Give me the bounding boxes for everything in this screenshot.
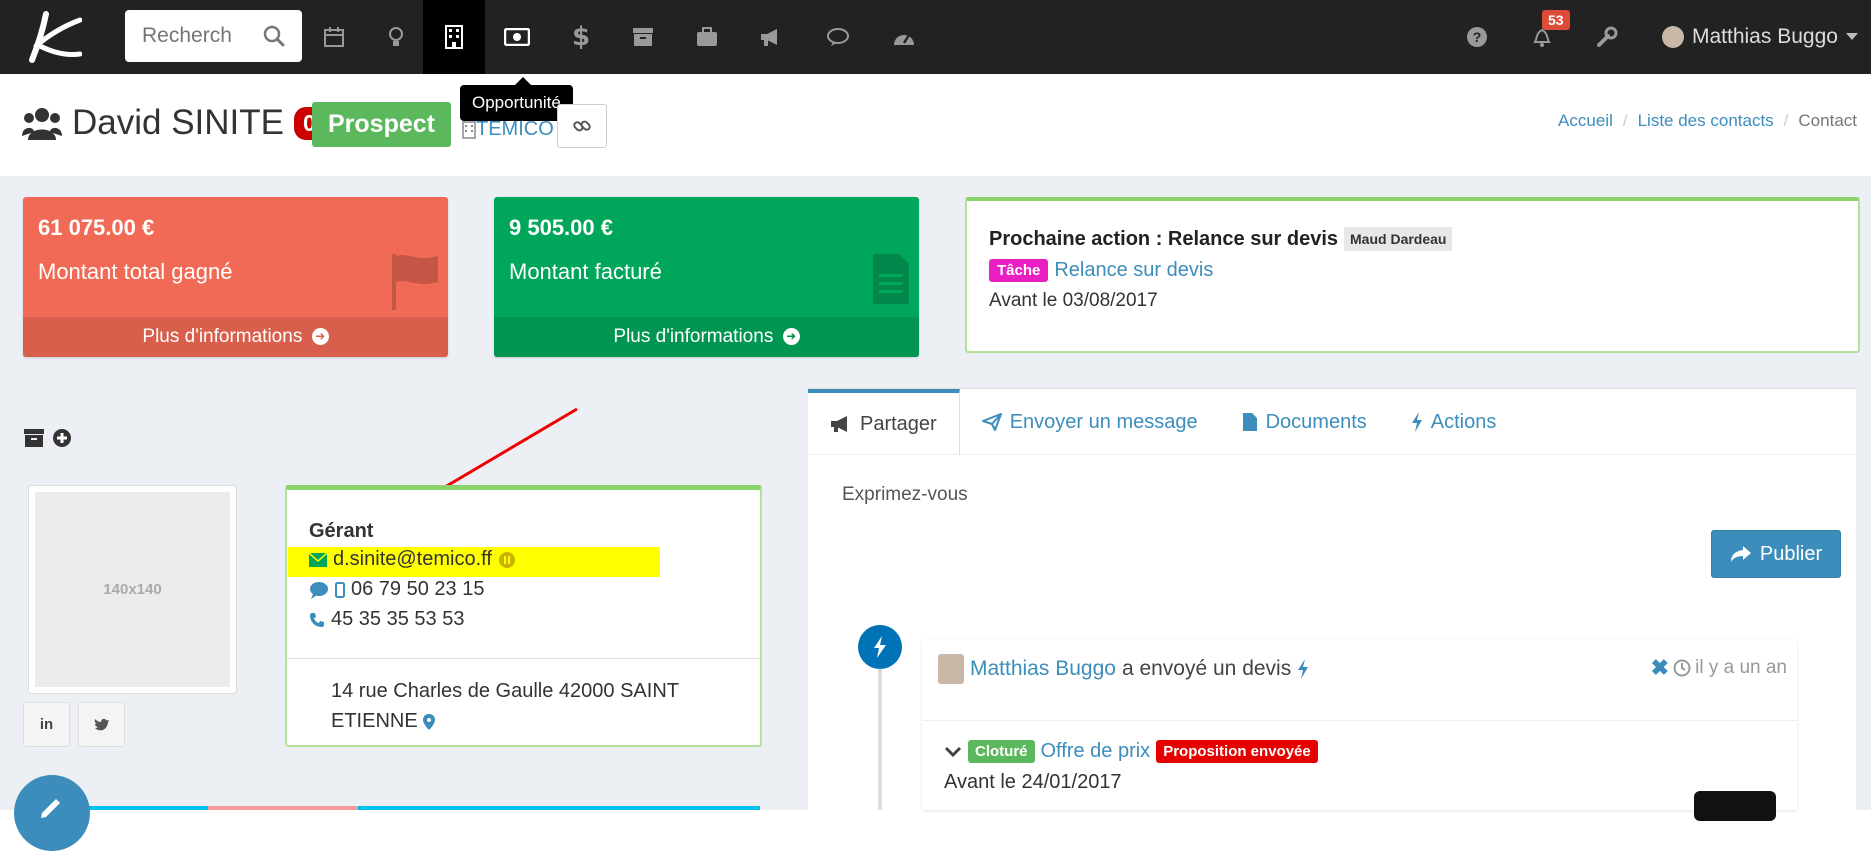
address-text: 14 rue Charles de Gaulle 42000 SAINT ETI…	[331, 680, 679, 732]
offer-link[interactable]: Offre de prix	[1041, 740, 1151, 763]
clock-icon	[1673, 659, 1691, 677]
tab-actions-label: Actions	[1430, 410, 1497, 433]
chevron-down-icon[interactable]	[944, 746, 962, 758]
proposal-status-tag: Proposition envoyée	[1156, 740, 1318, 763]
tab-documents-label: Documents	[1265, 410, 1367, 433]
tooltip-chip	[1694, 791, 1776, 821]
contact-phone[interactable]: 45 35 35 53 53	[331, 608, 464, 631]
tab-documents[interactable]: Documents	[1220, 389, 1389, 455]
paper-plane-icon	[981, 413, 1002, 431]
contact-photo: 140x140	[28, 485, 237, 694]
bolt-icon	[1411, 412, 1422, 432]
post-textarea[interactable]: Exprimez-vous	[842, 484, 968, 506]
tab-send-message[interactable]: Envoyer un message	[960, 389, 1220, 455]
pencil-icon	[41, 799, 60, 818]
photo-placeholder: 140x140	[35, 492, 230, 687]
publish-label: Publier	[1759, 542, 1823, 565]
author-avatar	[938, 654, 964, 684]
email-row: d.sinite@temico.ff	[309, 548, 516, 571]
bolt-icon	[874, 636, 886, 658]
twitter-icon	[94, 718, 109, 730]
tab-share[interactable]: Partager	[808, 389, 960, 455]
twitter-button[interactable]	[78, 702, 125, 747]
close-icon[interactable]: ✖	[1651, 655, 1669, 681]
map-marker-icon[interactable]	[423, 713, 436, 730]
tab-share-label: Partager	[860, 412, 937, 435]
timeline-separator	[922, 720, 1797, 721]
timeline-deadline: Avant le 24/01/2017	[944, 771, 1122, 793]
edit-fab[interactable]	[14, 775, 90, 851]
timeline-line	[878, 648, 882, 810]
file-icon	[1242, 413, 1257, 431]
share-icon	[1730, 546, 1751, 562]
timeline-body: Cloturé Offre de prix Proposition envoyé…	[944, 740, 1318, 794]
linkedin-button[interactable]: in	[23, 702, 70, 747]
bolt-icon	[1298, 659, 1309, 679]
timeline-status-row: Cloturé Offre de prix Proposition envoyé…	[944, 740, 1318, 763]
comment-icon[interactable]	[309, 581, 329, 599]
card-divider	[287, 658, 760, 659]
closed-tag: Cloturé	[968, 740, 1035, 763]
timeline-time: ✖ il y a un an	[1651, 655, 1787, 681]
bullhorn-icon	[831, 416, 847, 432]
tab-send-message-label: Envoyer un message	[1009, 410, 1198, 433]
contact-email[interactable]: d.sinite@temico.ff	[333, 548, 492, 571]
timeline-time-text: il y a un an	[1695, 657, 1787, 678]
phone-row: 45 35 35 53 53	[309, 608, 464, 631]
timeline-item: Matthias Buggo a envoyé un devis ✖ il y …	[922, 640, 1797, 810]
contact-mobile[interactable]: 06 79 50 23 15	[351, 578, 484, 601]
timeline-verb: a envoyé un devis	[1121, 657, 1292, 680]
timeline-heading: Matthias Buggo a envoyé un devis	[938, 654, 1309, 684]
tab-bar: Partager Envoyer un message Documents Ac…	[808, 389, 1856, 455]
bottom-red-tab	[208, 806, 358, 810]
pause-circle-icon[interactable]	[498, 551, 516, 569]
timeline-author-link[interactable]: Matthias Buggo	[970, 657, 1116, 681]
contact-role: Gérant	[309, 520, 374, 542]
publish-button[interactable]: Publier	[1711, 530, 1841, 578]
phone-icon	[310, 612, 324, 627]
tab-actions[interactable]: Actions	[1389, 389, 1519, 455]
linkedin-icon: in	[39, 716, 54, 733]
contact-card: Gérant d.sinite@temico.ff 06 79 50 23 15…	[285, 485, 762, 747]
mobile-icon	[335, 581, 345, 598]
contact-address: 14 rue Charles de Gaulle 42000 SAINT ETI…	[331, 676, 731, 736]
timeline-dot	[858, 625, 902, 669]
bottom-box-border	[88, 806, 760, 810]
envelope-icon	[309, 552, 327, 567]
mobile-row: 06 79 50 23 15	[309, 578, 484, 601]
